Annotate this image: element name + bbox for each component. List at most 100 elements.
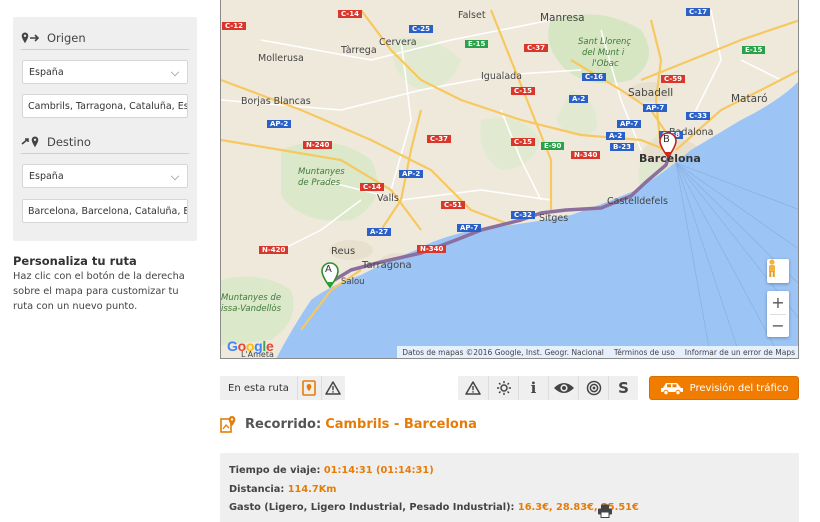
- car-icon: [660, 383, 683, 395]
- road-shield: C-17: [686, 8, 710, 16]
- distance-value: 114.7Km: [287, 484, 337, 495]
- origin-pin-arrow-icon: [21, 32, 47, 44]
- cameras-layer-button[interactable]: [548, 376, 578, 400]
- info-icon: i: [530, 379, 537, 397]
- map-terms-link[interactable]: Términos de uso: [614, 348, 675, 357]
- road-shield: E-15: [742, 46, 766, 54]
- warning-triangle-icon: [325, 381, 342, 395]
- sun-icon: [496, 381, 511, 395]
- road-shield: C-32: [511, 211, 535, 219]
- map-pin-box-icon: [302, 380, 317, 396]
- destination-address-value: Barcelona, Barcelona, Cataluña, Es: [28, 205, 188, 217]
- destination-header: Destino: [21, 135, 189, 154]
- route-info-box: Tiempo de viaje: 01:14:31 (01:14:31) Dis…: [220, 453, 799, 522]
- cost-row: Gasto (Ligero, Ligero Industrial, Pesado…: [229, 502, 639, 513]
- weather-layer-button[interactable]: [488, 376, 518, 400]
- warning-triangle-icon: [465, 381, 481, 395]
- zoom-control: + −: [767, 291, 789, 337]
- traffic-forecast-button[interactable]: Previsión del tráfico: [649, 376, 799, 400]
- origin-country-value: España: [29, 66, 64, 78]
- route-label: Recorrido:: [245, 416, 322, 432]
- map-attribution: Datos de mapas ©2016 Google, Inst. Geogr…: [402, 347, 604, 357]
- road-shield: A-2: [569, 95, 589, 103]
- zoom-in-button[interactable]: +: [767, 291, 789, 314]
- map-road-shields: C-14 C-25 C-37 C-17 E-15 C-12 C-16 C-15 …: [221, 0, 798, 358]
- travel-time-label: Tiempo de viaje:: [229, 465, 321, 476]
- road-shield: C-12: [222, 22, 246, 30]
- marker-b-label: B: [663, 134, 670, 145]
- on-route-label: En esta ruta: [228, 382, 289, 394]
- route-value: Cambrils - Barcelona: [325, 416, 477, 432]
- origin-address-value: Cambrils, Tarragona, Cataluña, Esp: [28, 100, 188, 112]
- map-footer: Google Datos de mapas ©2016 Google, Inst…: [221, 338, 798, 358]
- pegman-icon: [769, 259, 775, 277]
- road-shield: C-14: [338, 10, 362, 18]
- cost-value: 16.3€, 28.83€, 35.51€: [517, 502, 639, 513]
- road-shield: C-15: [511, 87, 535, 95]
- road-shield: N-340: [417, 245, 447, 253]
- destination-arrow-pin-icon: [21, 136, 47, 148]
- road-shield: C-16: [582, 73, 606, 81]
- road-shield: C-33: [686, 112, 710, 120]
- destination-country-select[interactable]: España: [22, 164, 188, 188]
- route-heading: Recorrido: Cambrils - Barcelona: [220, 415, 477, 433]
- distance-row: Distancia: 114.7Km: [229, 484, 337, 495]
- incidents-layer-button[interactable]: [458, 376, 488, 400]
- street-view-pegman[interactable]: [767, 259, 789, 283]
- info-layer-button[interactable]: i: [518, 376, 548, 400]
- google-logo: Google: [227, 338, 274, 354]
- radar-target-icon: [586, 380, 601, 396]
- customize-route-title: Personaliza tu ruta: [13, 254, 137, 268]
- services-layer-button[interactable]: S: [608, 376, 638, 400]
- destination-country-value: España: [29, 170, 64, 182]
- on-route-toolbar: En esta ruta: [220, 376, 345, 400]
- eye-icon: [553, 383, 574, 393]
- traffic-forecast-label: Previsión del tráfico: [689, 382, 789, 394]
- travel-time-row: Tiempo de viaje: 01:14:31 (01:14:31): [229, 465, 434, 476]
- road-shield: E-15: [465, 40, 489, 48]
- route-form: Origen España Cambrils, Tarragona, Catal…: [13, 17, 197, 241]
- road-shield: C-59: [661, 75, 685, 83]
- road-shield: C-37: [524, 44, 548, 52]
- road-shield: C-37: [427, 135, 451, 143]
- warnings-button[interactable]: [320, 376, 345, 400]
- route-map-icon: [220, 416, 236, 433]
- origin-address-input[interactable]: Cambrils, Tarragona, Cataluña, Esp: [22, 94, 188, 118]
- map-report-error-link[interactable]: Informar de un error de Maps: [685, 348, 795, 357]
- road-shield: N-240: [303, 141, 333, 149]
- road-shield: C-15: [511, 138, 535, 146]
- destination-address-input[interactable]: Barcelona, Barcelona, Cataluña, Es: [22, 199, 188, 223]
- print-button[interactable]: [597, 503, 613, 522]
- road-shield: E-90: [541, 142, 565, 150]
- road-shield: AP-7: [643, 104, 668, 112]
- radars-layer-button[interactable]: [578, 376, 608, 400]
- pois-button[interactable]: [296, 376, 321, 400]
- chevron-down-icon: [170, 171, 180, 181]
- travel-time-value: 01:14:31 (01:14:31): [323, 465, 434, 476]
- road-shield: N-340: [571, 151, 601, 159]
- road-shield: C-51: [441, 201, 465, 209]
- route-planner-page: Origen España Cambrils, Tarragona, Catal…: [0, 0, 820, 522]
- road-shield: A-2: [606, 132, 626, 140]
- road-shield: N-420: [259, 246, 289, 254]
- origin-country-select[interactable]: España: [22, 60, 188, 84]
- origin-label: Origen: [47, 31, 86, 45]
- road-shield: A-27: [367, 228, 392, 236]
- printer-icon: [598, 504, 612, 518]
- road-shield: AP-7: [617, 120, 642, 128]
- cost-label: Gasto (Ligero, Ligero Industrial, Pesado…: [229, 502, 515, 513]
- map-layers-toolbar: i S: [458, 376, 638, 400]
- route-map[interactable]: Mollerusa Tàrrega Cervera Falset Manresa…: [220, 0, 799, 359]
- customize-route-text: Haz clic con el botón de la derecha sobr…: [13, 271, 185, 312]
- road-shield: B-23: [610, 143, 634, 151]
- map-attribution-bar: Datos de mapas ©2016 Google, Inst. Geogr…: [397, 346, 798, 358]
- distance-label: Distancia:: [229, 484, 285, 495]
- marker-a-label: A: [325, 264, 332, 275]
- zoom-out-button[interactable]: −: [767, 314, 789, 337]
- road-shield: AP-2: [399, 170, 424, 178]
- destination-label: Destino: [47, 135, 91, 149]
- s-icon: S: [618, 379, 629, 397]
- chevron-down-icon: [170, 67, 180, 77]
- origin-header: Origen: [21, 31, 189, 50]
- road-shield: AP-7: [457, 224, 482, 232]
